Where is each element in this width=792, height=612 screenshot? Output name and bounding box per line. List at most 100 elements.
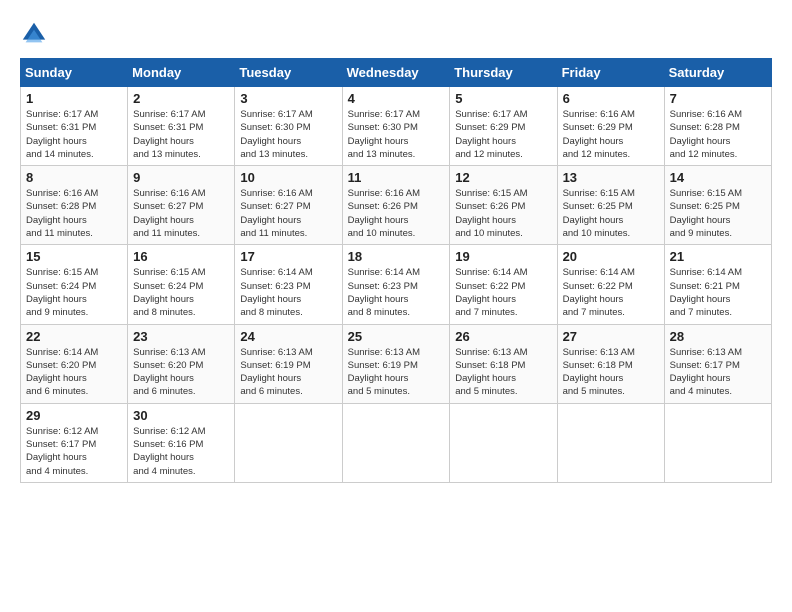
calendar-cell: 23 Sunrise: 6:13 AM Sunset: 6:20 PM Dayl… [128,324,235,403]
calendar-cell: 11 Sunrise: 6:16 AM Sunset: 6:26 PM Dayl… [342,166,450,245]
day-number: 10 [240,170,336,185]
day-number: 20 [563,249,659,264]
day-number: 24 [240,329,336,344]
day-info: Sunrise: 6:14 AM Sunset: 6:23 PM Dayligh… [240,266,336,319]
calendar-cell [557,403,664,482]
calendar-cell: 3 Sunrise: 6:17 AM Sunset: 6:30 PM Dayli… [235,87,342,166]
day-info: Sunrise: 6:15 AM Sunset: 6:24 PM Dayligh… [133,266,229,319]
day-number: 23 [133,329,229,344]
day-info: Sunrise: 6:16 AM Sunset: 6:29 PM Dayligh… [563,108,659,161]
day-info: Sunrise: 6:16 AM Sunset: 6:27 PM Dayligh… [240,187,336,240]
calendar-cell: 5 Sunrise: 6:17 AM Sunset: 6:29 PM Dayli… [450,87,557,166]
calendar-week-row: 29 Sunrise: 6:12 AM Sunset: 6:17 PM Dayl… [21,403,772,482]
page-header [20,20,772,48]
day-info: Sunrise: 6:17 AM Sunset: 6:31 PM Dayligh… [133,108,229,161]
day-info: Sunrise: 6:14 AM Sunset: 6:22 PM Dayligh… [455,266,551,319]
calendar-week-row: 1 Sunrise: 6:17 AM Sunset: 6:31 PM Dayli… [21,87,772,166]
calendar-cell: 16 Sunrise: 6:15 AM Sunset: 6:24 PM Dayl… [128,245,235,324]
calendar-header-row: SundayMondayTuesdayWednesdayThursdayFrid… [21,59,772,87]
calendar-cell: 9 Sunrise: 6:16 AM Sunset: 6:27 PM Dayli… [128,166,235,245]
day-number: 12 [455,170,551,185]
calendar-cell: 7 Sunrise: 6:16 AM Sunset: 6:28 PM Dayli… [664,87,771,166]
day-info: Sunrise: 6:15 AM Sunset: 6:25 PM Dayligh… [563,187,659,240]
calendar-cell: 26 Sunrise: 6:13 AM Sunset: 6:18 PM Dayl… [450,324,557,403]
day-info: Sunrise: 6:16 AM Sunset: 6:26 PM Dayligh… [348,187,445,240]
day-number: 30 [133,408,229,423]
day-number: 15 [26,249,122,264]
day-number: 18 [348,249,445,264]
header-wednesday: Wednesday [342,59,450,87]
day-number: 25 [348,329,445,344]
header-monday: Monday [128,59,235,87]
header-saturday: Saturday [664,59,771,87]
calendar-cell [450,403,557,482]
day-number: 14 [670,170,766,185]
day-info: Sunrise: 6:13 AM Sunset: 6:17 PM Dayligh… [670,346,766,399]
day-info: Sunrise: 6:15 AM Sunset: 6:26 PM Dayligh… [455,187,551,240]
day-number: 11 [348,170,445,185]
calendar-cell [235,403,342,482]
day-number: 2 [133,91,229,106]
day-number: 21 [670,249,766,264]
day-info: Sunrise: 6:15 AM Sunset: 6:25 PM Dayligh… [670,187,766,240]
calendar-cell: 30 Sunrise: 6:12 AM Sunset: 6:16 PM Dayl… [128,403,235,482]
calendar-cell: 8 Sunrise: 6:16 AM Sunset: 6:28 PM Dayli… [21,166,128,245]
day-number: 29 [26,408,122,423]
calendar-cell: 27 Sunrise: 6:13 AM Sunset: 6:18 PM Dayl… [557,324,664,403]
day-info: Sunrise: 6:13 AM Sunset: 6:19 PM Dayligh… [240,346,336,399]
calendar-cell: 14 Sunrise: 6:15 AM Sunset: 6:25 PM Dayl… [664,166,771,245]
day-info: Sunrise: 6:17 AM Sunset: 6:31 PM Dayligh… [26,108,122,161]
day-number: 7 [670,91,766,106]
day-info: Sunrise: 6:17 AM Sunset: 6:29 PM Dayligh… [455,108,551,161]
day-info: Sunrise: 6:14 AM Sunset: 6:21 PM Dayligh… [670,266,766,319]
day-info: Sunrise: 6:13 AM Sunset: 6:20 PM Dayligh… [133,346,229,399]
day-number: 8 [26,170,122,185]
calendar-cell: 15 Sunrise: 6:15 AM Sunset: 6:24 PM Dayl… [21,245,128,324]
day-info: Sunrise: 6:15 AM Sunset: 6:24 PM Dayligh… [26,266,122,319]
header-tuesday: Tuesday [235,59,342,87]
logo-icon [20,20,48,48]
day-info: Sunrise: 6:16 AM Sunset: 6:27 PM Dayligh… [133,187,229,240]
calendar-cell: 6 Sunrise: 6:16 AM Sunset: 6:29 PM Dayli… [557,87,664,166]
calendar-cell: 1 Sunrise: 6:17 AM Sunset: 6:31 PM Dayli… [21,87,128,166]
calendar-week-row: 8 Sunrise: 6:16 AM Sunset: 6:28 PM Dayli… [21,166,772,245]
logo [20,20,52,48]
calendar-cell: 24 Sunrise: 6:13 AM Sunset: 6:19 PM Dayl… [235,324,342,403]
day-info: Sunrise: 6:17 AM Sunset: 6:30 PM Dayligh… [240,108,336,161]
calendar-cell: 12 Sunrise: 6:15 AM Sunset: 6:26 PM Dayl… [450,166,557,245]
header-sunday: Sunday [21,59,128,87]
header-thursday: Thursday [450,59,557,87]
calendar-cell [664,403,771,482]
day-info: Sunrise: 6:13 AM Sunset: 6:18 PM Dayligh… [455,346,551,399]
calendar-cell: 13 Sunrise: 6:15 AM Sunset: 6:25 PM Dayl… [557,166,664,245]
calendar-cell: 20 Sunrise: 6:14 AM Sunset: 6:22 PM Dayl… [557,245,664,324]
day-number: 13 [563,170,659,185]
day-number: 5 [455,91,551,106]
day-number: 17 [240,249,336,264]
calendar-week-row: 22 Sunrise: 6:14 AM Sunset: 6:20 PM Dayl… [21,324,772,403]
calendar-cell: 28 Sunrise: 6:13 AM Sunset: 6:17 PM Dayl… [664,324,771,403]
calendar-cell: 29 Sunrise: 6:12 AM Sunset: 6:17 PM Dayl… [21,403,128,482]
day-info: Sunrise: 6:12 AM Sunset: 6:16 PM Dayligh… [133,425,229,478]
calendar-cell: 22 Sunrise: 6:14 AM Sunset: 6:20 PM Dayl… [21,324,128,403]
day-info: Sunrise: 6:13 AM Sunset: 6:18 PM Dayligh… [563,346,659,399]
day-number: 27 [563,329,659,344]
calendar-cell: 25 Sunrise: 6:13 AM Sunset: 6:19 PM Dayl… [342,324,450,403]
day-info: Sunrise: 6:16 AM Sunset: 6:28 PM Dayligh… [670,108,766,161]
header-friday: Friday [557,59,664,87]
day-number: 9 [133,170,229,185]
day-info: Sunrise: 6:12 AM Sunset: 6:17 PM Dayligh… [26,425,122,478]
day-number: 28 [670,329,766,344]
day-info: Sunrise: 6:17 AM Sunset: 6:30 PM Dayligh… [348,108,445,161]
day-number: 26 [455,329,551,344]
day-number: 1 [26,91,122,106]
day-number: 19 [455,249,551,264]
day-number: 6 [563,91,659,106]
calendar-cell: 18 Sunrise: 6:14 AM Sunset: 6:23 PM Dayl… [342,245,450,324]
day-number: 3 [240,91,336,106]
calendar-cell: 17 Sunrise: 6:14 AM Sunset: 6:23 PM Dayl… [235,245,342,324]
calendar-table: SundayMondayTuesdayWednesdayThursdayFrid… [20,58,772,483]
day-number: 16 [133,249,229,264]
calendar-cell: 19 Sunrise: 6:14 AM Sunset: 6:22 PM Dayl… [450,245,557,324]
calendar-week-row: 15 Sunrise: 6:15 AM Sunset: 6:24 PM Dayl… [21,245,772,324]
